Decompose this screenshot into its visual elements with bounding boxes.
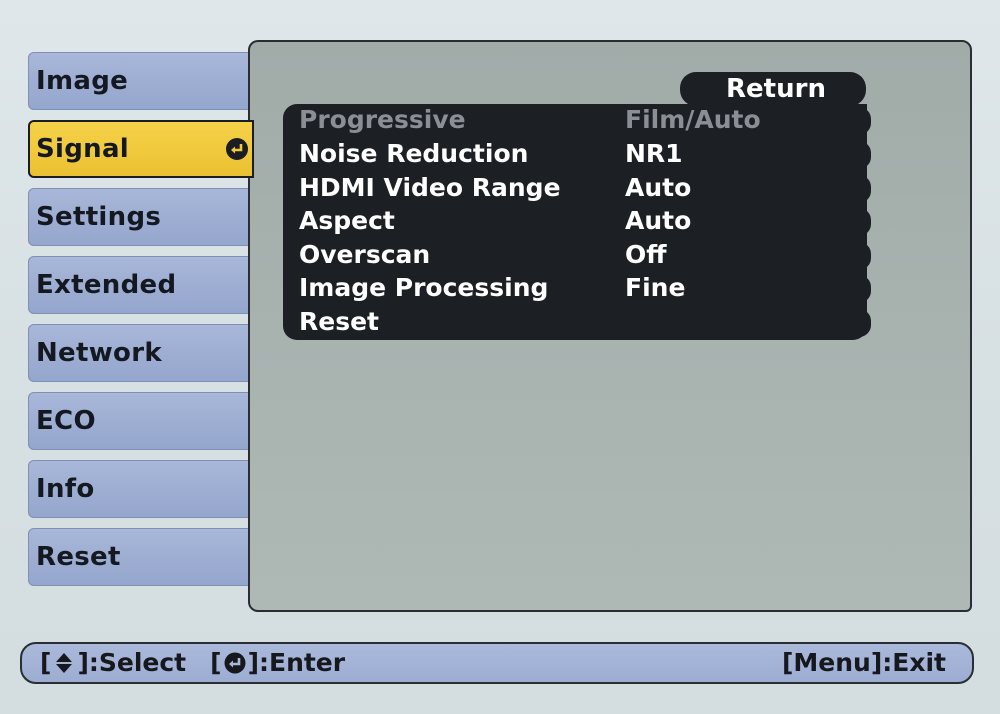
exit-hint: [Menu]:Exit (781, 648, 946, 677)
menu-item-label: Reset (36, 542, 121, 572)
select-hint-open: [ (40, 648, 52, 677)
menu-item-signal[interactable]: Signal (28, 120, 254, 178)
setting-label: Overscan (299, 240, 431, 269)
menu-item-reset[interactable]: Reset (28, 528, 268, 586)
setting-label: Aspect (299, 206, 395, 235)
setting-row-reset[interactable]: Reset (283, 306, 871, 340)
setting-label: Progressive (299, 105, 466, 134)
signal-settings-list: Progressive Film/Auto Noise Reduction NR… (283, 104, 871, 340)
menu-item-label: Image (36, 66, 129, 96)
setting-value: NR1 (625, 139, 683, 168)
setting-label: HDMI Video Range (299, 173, 561, 202)
enter-icon (226, 138, 248, 160)
menu-item-label: Network (36, 338, 162, 368)
menu-item-settings[interactable]: Settings (28, 188, 268, 246)
menu-item-label: Extended (36, 270, 177, 300)
menu-item-info[interactable]: Info (28, 460, 268, 518)
menu-item-eco[interactable]: ECO (28, 392, 268, 450)
enter-hint-open: [ (210, 648, 222, 677)
return-button[interactable]: Return (680, 72, 866, 106)
menu-item-label: Info (36, 474, 95, 504)
menu-item-network[interactable]: Network (28, 324, 268, 382)
setting-label: Reset (299, 307, 379, 336)
setting-row-noise-reduction[interactable]: Noise Reduction NR1 (283, 138, 871, 172)
menu-item-label: ECO (36, 406, 96, 436)
select-hint: ]:Select (77, 648, 187, 677)
enter-icon (224, 652, 246, 674)
return-label: Return (726, 74, 826, 104)
setting-value: Film/Auto (625, 105, 761, 134)
updown-arrow-icon (53, 652, 75, 674)
enter-hint: ]:Enter (247, 648, 346, 677)
setting-row-progressive: Progressive Film/Auto (283, 104, 871, 138)
setting-row-hdmi-video-range[interactable]: HDMI Video Range Auto (283, 172, 871, 206)
setting-value: Auto (625, 206, 692, 235)
setting-value: Auto (625, 173, 692, 202)
menu-item-extended[interactable]: Extended (28, 256, 268, 314)
menu-item-image[interactable]: Image (28, 52, 268, 110)
menu-item-label: Signal (36, 134, 130, 164)
menu-item-label: Settings (36, 202, 162, 232)
setting-label: Image Processing (299, 273, 549, 302)
setting-value: Fine (625, 273, 686, 302)
setting-row-overscan[interactable]: Overscan Off (283, 239, 871, 273)
setting-value: Off (625, 240, 667, 269)
setting-row-image-processing[interactable]: Image Processing Fine (283, 272, 871, 306)
setting-row-aspect[interactable]: Aspect Auto (283, 205, 871, 239)
status-hints: [ ]:Select [ ]:Enter (40, 648, 345, 677)
setting-label: Noise Reduction (299, 139, 529, 168)
status-bar: [ ]:Select [ ]:Enter [Menu]:Exit (20, 642, 974, 684)
